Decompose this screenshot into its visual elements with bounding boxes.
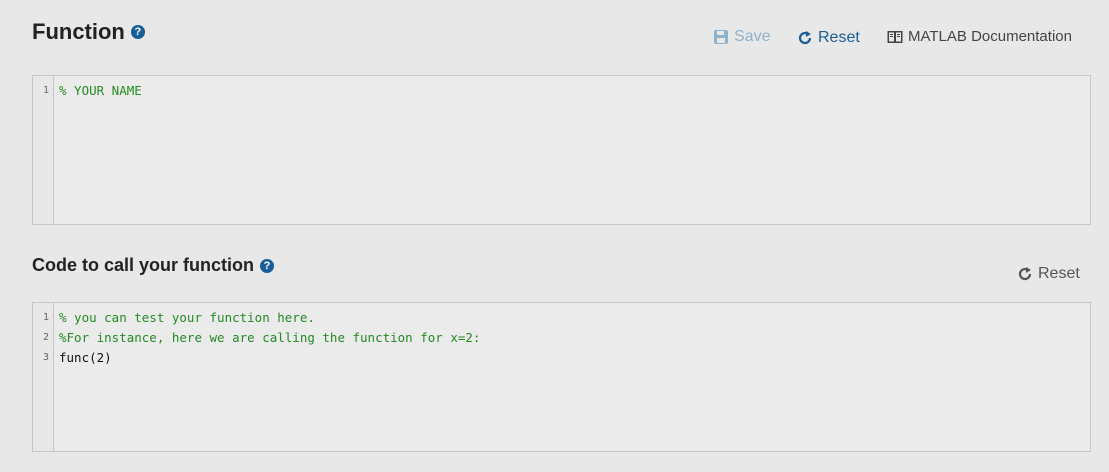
code-line[interactable]: %For instance, here we are calling the f…	[59, 328, 1090, 348]
question-circle-icon[interactable]: ?	[260, 258, 275, 273]
call-code-editor[interactable]: 1 2 3 % you can test your function here.…	[32, 302, 1091, 452]
code-area[interactable]: % you can test your function here. %For …	[54, 303, 1090, 451]
book-icon	[887, 30, 903, 43]
reset-label: Reset	[818, 29, 860, 46]
call-section-title: Code to call your function ?	[32, 255, 275, 276]
line-number: 3	[42, 352, 49, 363]
code-area[interactable]: % YOUR NAME	[54, 76, 1090, 224]
line-number: 1	[42, 85, 49, 96]
line-number-gutter: 1	[33, 76, 54, 224]
reset-call-button[interactable]: Reset	[1017, 265, 1080, 283]
docs-label: MATLAB Documentation	[908, 28, 1072, 45]
reset-icon	[798, 31, 812, 45]
function-section-title: Function ?	[32, 19, 145, 45]
code-line[interactable]: % you can test your function here.	[59, 308, 1090, 328]
call-title-text: Code to call your function	[32, 255, 255, 275]
reset-label: Reset	[1038, 265, 1080, 282]
save-button[interactable]: Save	[713, 28, 770, 46]
code-line[interactable]: % YOUR NAME	[59, 81, 1090, 101]
line-number: 2	[42, 332, 49, 343]
function-title-text: Function	[32, 19, 125, 44]
function-code-editor[interactable]: 1 % YOUR NAME	[32, 75, 1091, 225]
reset-function-button[interactable]: Reset	[797, 29, 860, 47]
code-line[interactable]: func(2)	[59, 348, 1090, 368]
line-number: 1	[42, 312, 49, 323]
question-circle-icon[interactable]: ?	[130, 25, 145, 39]
line-number-gutter: 1 2 3	[33, 303, 54, 451]
floppy-disk-icon	[714, 30, 728, 44]
reset-icon	[1018, 267, 1032, 281]
matlab-documentation-button[interactable]: MATLAB Documentation	[887, 28, 1072, 45]
save-label: Save	[734, 28, 771, 45]
